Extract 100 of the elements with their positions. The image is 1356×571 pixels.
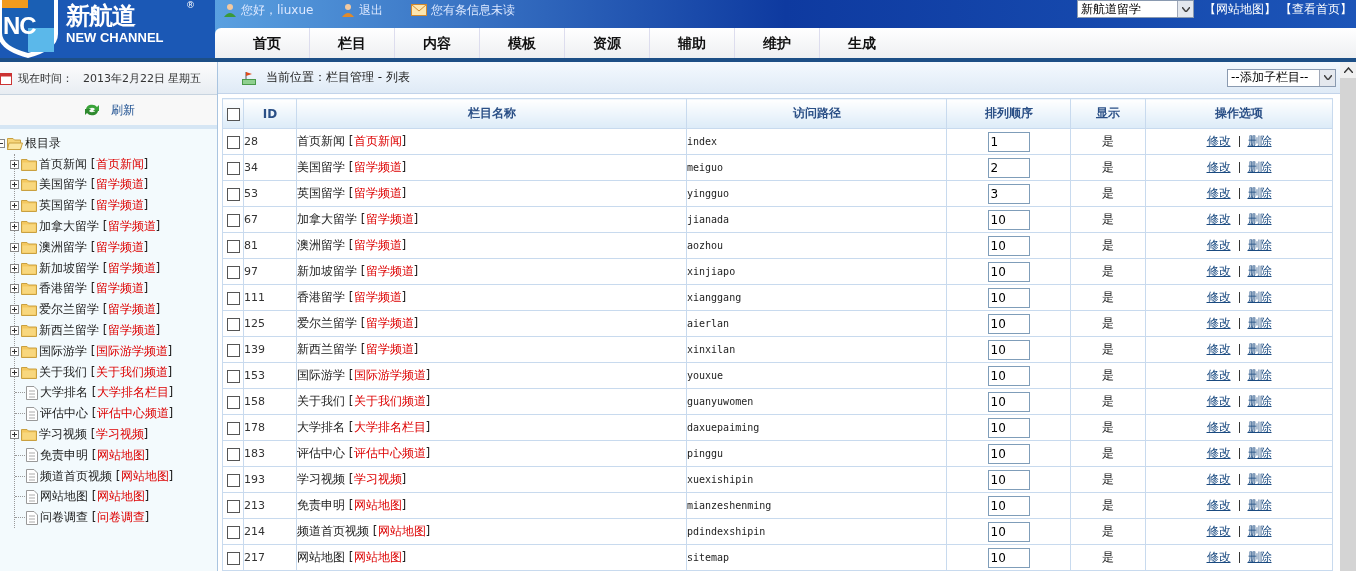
row-checkbox[interactable] [226,265,240,279]
row-checkbox[interactable] [226,343,240,357]
expand-icon[interactable] [10,180,19,190]
tree-item[interactable]: 问卷调查 [问卷调查] [40,509,150,527]
nav-tab[interactable]: 栏目 [310,28,395,58]
order-input[interactable]: 3 [987,183,1030,204]
tree-item[interactable]: 大学排名 [大学排名栏目] [40,384,174,402]
row-checkbox[interactable] [226,551,240,565]
tree-item[interactable]: 加拿大留学 [留学频道] [39,218,161,236]
edit-link[interactable]: 修改 [1206,316,1231,330]
tree-item[interactable]: 学习视频 [学习视频] [39,426,149,444]
nav-tab[interactable]: 辅助 [650,28,735,58]
row-checkbox[interactable] [226,291,240,305]
row-checkbox[interactable] [226,213,240,227]
delete-link[interactable]: 删除 [1247,186,1272,200]
order-input[interactable]: 10 [987,235,1030,256]
edit-link[interactable]: 修改 [1206,446,1231,460]
header-link[interactable]: 【查看首页】 [1280,0,1352,18]
edit-link[interactable]: 修改 [1206,342,1231,356]
refresh-button[interactable]: 刷新 [82,101,135,119]
order-input[interactable]: 10 [987,443,1030,464]
row-checkbox[interactable] [226,473,240,487]
row-checkbox[interactable] [226,135,240,149]
expand-icon[interactable] [10,263,19,273]
edit-link[interactable]: 修改 [1206,212,1231,226]
tree-item[interactable]: 频道首页视频 [网站地图] [40,467,174,485]
edit-link[interactable]: 修改 [1206,472,1231,486]
edit-link[interactable]: 修改 [1206,550,1231,564]
edit-link[interactable]: 修改 [1206,498,1231,512]
nav-tab[interactable]: 资源 [565,28,650,58]
nav-tab[interactable]: 维护 [735,28,820,58]
edit-link[interactable]: 修改 [1206,524,1231,538]
tree-item[interactable]: 新加坡留学 [留学频道] [39,259,161,277]
edit-link[interactable]: 修改 [1206,368,1231,382]
delete-link[interactable]: 删除 [1247,446,1272,460]
order-input[interactable]: 10 [987,521,1030,542]
tree-item[interactable]: 评估中心 [评估中心频道] [40,405,174,423]
tree-item[interactable]: 关于我们 [关于我们频道] [39,363,173,381]
delete-link[interactable]: 删除 [1247,472,1272,486]
order-input[interactable]: 10 [987,209,1030,230]
expand-icon[interactable] [10,326,19,336]
order-input[interactable]: 10 [987,547,1030,568]
expand-icon[interactable] [10,367,19,377]
tree-item[interactable]: 新西兰留学 [留学频道] [39,322,161,340]
expand-icon[interactable] [10,305,19,315]
tree-item[interactable]: 国际游学 [国际游学频道] [39,342,173,360]
order-input[interactable]: 10 [987,261,1030,282]
edit-link[interactable]: 修改 [1206,394,1231,408]
delete-link[interactable]: 删除 [1247,524,1272,538]
tree-item[interactable]: 澳洲留学 [留学频道] [39,238,149,256]
order-input[interactable]: 10 [987,313,1030,334]
order-input[interactable]: 10 [987,495,1030,516]
expand-icon[interactable] [10,222,19,232]
select-all-checkbox[interactable] [226,107,240,121]
delete-link[interactable]: 删除 [1247,290,1272,304]
tree-item[interactable]: 免责申明 [网站地图] [40,446,150,464]
edit-link[interactable]: 修改 [1206,264,1231,278]
delete-link[interactable]: 删除 [1247,498,1272,512]
tree-item[interactable]: 爱尔兰留学 [留学频道] [39,301,161,319]
expand-icon[interactable] [10,430,19,440]
row-checkbox[interactable] [226,525,240,539]
delete-link[interactable]: 删除 [1247,264,1272,278]
tree-item[interactable]: 根目录 [25,134,61,152]
expand-icon[interactable] [10,201,19,211]
scrollbar[interactable] [1340,62,1356,571]
expand-icon[interactable] [10,284,19,294]
row-checkbox[interactable] [226,239,240,253]
header-link[interactable]: 【网站地图】 [1204,0,1276,18]
row-checkbox[interactable] [226,317,240,331]
tree-item[interactable]: 英国留学 [留学频道] [39,197,149,215]
expand-icon[interactable] [10,159,19,169]
delete-link[interactable]: 删除 [1247,316,1272,330]
order-input[interactable]: 10 [987,469,1030,490]
order-input[interactable]: 1 [987,131,1030,152]
edit-link[interactable]: 修改 [1206,290,1231,304]
expand-icon[interactable] [10,346,19,356]
order-input[interactable]: 10 [987,339,1030,360]
order-input[interactable]: 10 [987,287,1030,308]
site-select[interactable]: 新航道留学 [1077,0,1194,18]
delete-link[interactable]: 删除 [1247,238,1272,252]
delete-link[interactable]: 删除 [1247,212,1272,226]
delete-link[interactable]: 删除 [1247,342,1272,356]
delete-link[interactable]: 删除 [1247,550,1272,564]
edit-link[interactable]: 修改 [1206,134,1231,148]
tree-item[interactable]: 美国留学 [留学频道] [39,176,149,194]
row-checkbox[interactable] [226,187,240,201]
row-checkbox[interactable] [226,421,240,435]
delete-link[interactable]: 删除 [1247,134,1272,148]
row-checkbox[interactable] [226,369,240,383]
row-checkbox[interactable] [226,499,240,513]
order-input[interactable]: 10 [987,417,1030,438]
edit-link[interactable]: 修改 [1206,420,1231,434]
order-input[interactable]: 2 [987,157,1030,178]
nav-tab[interactable]: 模板 [480,28,565,58]
row-checkbox[interactable] [226,395,240,409]
row-checkbox[interactable] [226,161,240,175]
delete-link[interactable]: 删除 [1247,420,1272,434]
tree-item[interactable]: 首页新闻 [首页新闻] [39,155,149,173]
scroll-up-icon[interactable] [1340,62,1356,78]
delete-link[interactable]: 删除 [1247,368,1272,382]
